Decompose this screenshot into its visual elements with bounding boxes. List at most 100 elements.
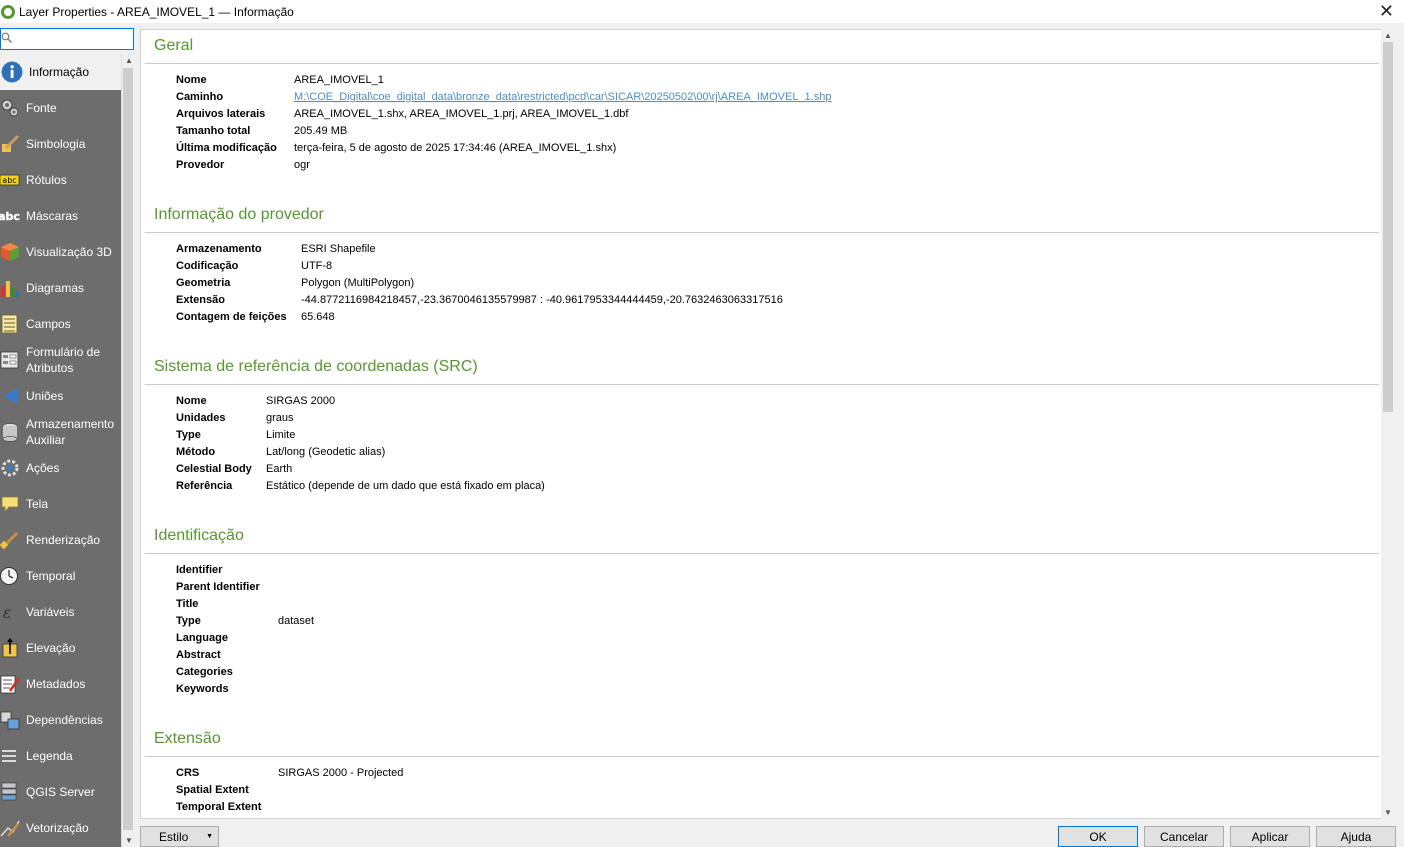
scroll-down-arrow-icon[interactable]: ▼ — [1384, 808, 1392, 817]
dropdown-arrow-icon: ▼ — [206, 833, 213, 840]
sidebar-item-tela[interactable]: Tela — [0, 486, 121, 522]
rendering-icon — [0, 531, 19, 550]
sidebar-item-rotulos[interactable]: abc Rótulos — [0, 162, 121, 198]
sidebar-item-label: Metadados — [26, 677, 86, 691]
section-title-src: Sistema de referência de coordenadas (SR… — [154, 358, 478, 375]
sidebar-item-label: Formulário de Atributos — [26, 345, 101, 375]
sidebar-item-elevacao[interactable]: Elevação — [0, 630, 121, 666]
attributes-form-icon — [0, 351, 19, 369]
info-value: ogr — [294, 159, 310, 171]
info-key: Referência — [176, 480, 233, 492]
info-key: CRS — [176, 767, 200, 779]
ok-button[interactable]: OK — [1058, 826, 1138, 847]
joins-icon — [3, 388, 18, 404]
sidebar-item-label: Informação — [29, 65, 90, 79]
scrollbar-thumb[interactable] — [123, 68, 133, 830]
sidebar-item-visualizacao-3d[interactable]: Visualização 3D — [0, 234, 121, 270]
dependencies-icon — [0, 711, 20, 730]
info-icon — [1, 61, 23, 83]
section-title-provedor: Informação do provedor — [154, 206, 324, 223]
info-key: Identifier — [176, 564, 223, 576]
sidebar-item-label: Tela — [26, 497, 49, 511]
sidebar-item-unioes[interactable]: Uniões — [0, 378, 121, 414]
sidebar-item-legenda[interactable]: Legenda — [0, 738, 121, 774]
cancel-button[interactable]: Cancelar — [1144, 826, 1224, 847]
info-key: Type — [176, 429, 201, 441]
style-button-label: Estilo — [159, 829, 189, 844]
sidebar-item-simbologia[interactable]: Simbologia — [0, 126, 121, 162]
section-divider — [145, 232, 1379, 233]
sidebar-item-renderizacao[interactable]: Renderização — [0, 522, 121, 558]
sidebar-item-dependencias[interactable]: Dependências — [0, 702, 121, 738]
source-icon — [1, 99, 19, 117]
sidebar-item-diagramas[interactable]: Diagramas — [0, 270, 121, 306]
info-value: SIRGAS 2000 — [266, 395, 336, 407]
content-scrollbar[interactable]: ▲ ▼ — [1381, 29, 1395, 819]
info-key: Contagem de feições — [176, 311, 287, 323]
info-key: Método — [176, 446, 216, 458]
display-icon — [1, 496, 19, 514]
qgis-logo-icon — [1, 4, 15, 19]
sidebar-item-label: Diagramas — [26, 281, 85, 295]
info-value: Limite — [266, 429, 296, 441]
sidebar-item-qgis-server[interactable]: QGIS Server — [0, 774, 121, 810]
sidebar-item-label: Uniões — [26, 389, 64, 403]
scrollbar-thumb[interactable] — [1383, 42, 1393, 412]
section-title-geral: Geral — [154, 37, 194, 54]
sidebar-item-temporal[interactable]: Temporal — [0, 558, 121, 594]
sidebar-item-acoes[interactable]: Ações — [0, 450, 121, 486]
view-3d-icon — [1, 243, 19, 261]
search-input[interactable] — [17, 31, 127, 47]
sidebar-item-armazenamento-auxiliar[interactable]: Armazenamento Auxiliar — [0, 414, 121, 450]
sidebar-nav: Informação Fonte Simbologia abc Rótulos — [0, 54, 121, 847]
scroll-up-arrow-icon[interactable]: ▲ — [1384, 31, 1392, 40]
info-value: AREA_IMOVEL_1 — [294, 74, 384, 86]
info-key: Celestial Body — [176, 463, 252, 475]
info-value: SIRGAS 2000 - Projected — [278, 767, 404, 779]
sidebar-item-label: Renderização — [26, 533, 101, 547]
close-icon[interactable]: ✕ — [1379, 1, 1394, 21]
sidebar-item-campos[interactable]: Campos — [0, 306, 121, 342]
info-key: Unidades — [176, 412, 226, 424]
info-key: Abstract — [176, 649, 221, 661]
sidebar-item-label: Fonte — [26, 101, 57, 115]
variables-icon: ε — [3, 603, 12, 622]
sidebar-item-label: Armazenamento Auxiliar — [26, 417, 115, 447]
section-divider — [145, 63, 1379, 64]
search-box[interactable] — [0, 28, 134, 50]
sidebar-item-formulario-de-atributos[interactable]: Formulário de Atributos — [0, 342, 121, 378]
info-key: Temporal Extent — [176, 801, 262, 813]
info-value: Lat/long (Geodetic alias) — [266, 446, 386, 458]
apply-button[interactable]: Aplicar — [1230, 826, 1310, 847]
actions-icon — [1, 459, 19, 477]
info-panel: Geral Nome AREA_IMOVEL_1 Caminho M:\COE_Di… — [140, 29, 1395, 819]
info-key: Extensão — [176, 294, 225, 306]
info-key: Caminho — [176, 91, 224, 103]
info-key: Armazenamento — [176, 243, 262, 255]
sidebar-scrollbar[interactable]: ▲ ▼ — [121, 54, 134, 847]
title-bar: Layer Properties - AREA_IMOVEL_1 — Infor… — [0, 0, 1404, 23]
style-dropdown-button[interactable]: Estilo ▼ — [140, 826, 219, 847]
svg-text:abc: abc — [2, 176, 16, 185]
sidebar-item-label: Dependências — [26, 713, 103, 727]
info-value: Estático (depende de um dado que está fi… — [266, 480, 545, 492]
qgis-server-icon — [1, 782, 17, 801]
info-key: Type — [176, 615, 201, 627]
scroll-up-arrow-icon[interactable]: ▲ — [125, 56, 133, 65]
symbology-icon — [2, 134, 20, 152]
info-key: Parent Identifier — [176, 581, 260, 593]
info-value: UTF-8 — [301, 260, 333, 272]
path-link[interactable]: M:\COE_Digital\coe_digital_data\bronze_d… — [294, 90, 831, 104]
help-button[interactable]: Ajuda — [1316, 826, 1396, 847]
info-key: Arquivos laterais — [176, 108, 266, 120]
sidebar-item-fonte[interactable]: Fonte — [0, 90, 121, 126]
dialog-button-bar: Estilo ▼ OK Cancelar Aplicar Ajuda — [0, 824, 1404, 847]
sidebar-item-variaveis[interactable]: ε Variáveis — [0, 594, 121, 630]
sidebar-item-mascaras[interactable]: abc Máscaras — [0, 198, 121, 234]
info-value: graus — [266, 412, 294, 424]
info-key: Tamanho total — [176, 125, 251, 137]
sidebar-item-informacao[interactable]: Informação — [0, 54, 121, 90]
sidebar-item-metadados[interactable]: Metadados — [0, 666, 121, 702]
elevation-icon — [2, 638, 18, 658]
info-value: Earth — [266, 463, 293, 475]
